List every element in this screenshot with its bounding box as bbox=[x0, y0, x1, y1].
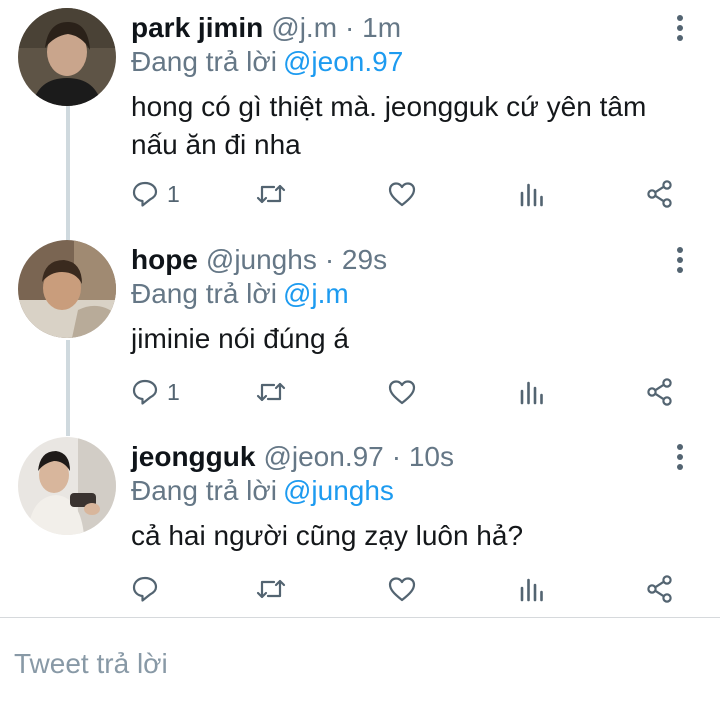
more-vertical-icon[interactable] bbox=[668, 10, 692, 46]
replying-to: Đang trả lời @junghs bbox=[131, 475, 394, 507]
avatar[interactable] bbox=[18, 437, 116, 535]
heart-icon bbox=[388, 577, 416, 602]
tweet-header: jeongguk @jeon.97 · 10s bbox=[131, 437, 454, 477]
share-icon bbox=[647, 180, 672, 208]
retweet-icon bbox=[256, 184, 286, 204]
replying-mention[interactable]: @junghs bbox=[283, 475, 394, 506]
share-icon bbox=[647, 378, 672, 406]
replying-to: Đang trả lời @j.m bbox=[131, 278, 349, 310]
replying-to: Đang trả lời @jeon.97 bbox=[131, 46, 403, 78]
reply-input[interactable] bbox=[14, 642, 704, 686]
more-vertical-icon[interactable] bbox=[668, 439, 692, 475]
replying-mention[interactable]: @j.m bbox=[283, 278, 349, 309]
author-handle[interactable]: @jeon.97 bbox=[263, 441, 383, 473]
reply-count: 1 bbox=[167, 378, 180, 405]
tweet[interactable]: jeongguk @jeon.97 · 10s Đang trả lời @jun… bbox=[0, 437, 720, 615]
share-button[interactable] bbox=[645, 372, 675, 412]
like-button[interactable] bbox=[387, 372, 417, 412]
reply-icon bbox=[132, 379, 158, 405]
tweet[interactable]: park jimin @j.m · 1m Đang trả lời @jeon.9… bbox=[0, 8, 720, 228]
share-icon bbox=[647, 575, 672, 603]
tweet[interactable]: hope @junghs · 29s Đang trả lời @j.m jimi… bbox=[0, 240, 720, 420]
tweet-header: park jimin @j.m · 1m bbox=[131, 8, 401, 48]
retweet-icon bbox=[256, 382, 286, 402]
retweet-button[interactable] bbox=[255, 174, 287, 214]
replying-label: Đang trả lời bbox=[131, 475, 277, 506]
reply-composer bbox=[0, 618, 720, 711]
reply-button[interactable]: 1 bbox=[131, 174, 180, 214]
retweet-button[interactable] bbox=[255, 569, 287, 609]
avatar-image bbox=[18, 240, 116, 338]
retweet-button[interactable] bbox=[255, 372, 287, 412]
analytics-icon bbox=[520, 381, 543, 405]
like-button[interactable] bbox=[387, 569, 417, 609]
retweet-icon bbox=[256, 579, 286, 599]
author-handle[interactable]: @junghs bbox=[206, 244, 317, 276]
analytics-button[interactable] bbox=[519, 569, 545, 609]
tweet-time: · 10s bbox=[391, 441, 454, 472]
analytics-button[interactable] bbox=[519, 372, 545, 412]
analytics-button[interactable] bbox=[519, 174, 545, 214]
author-handle[interactable]: @j.m bbox=[271, 12, 337, 44]
avatar-image bbox=[18, 8, 116, 106]
avatar[interactable] bbox=[18, 8, 116, 106]
heart-icon bbox=[388, 182, 416, 207]
more-vertical-icon[interactable] bbox=[668, 242, 692, 278]
avatar-image bbox=[18, 437, 116, 535]
like-button[interactable] bbox=[387, 174, 417, 214]
tweet-actions bbox=[131, 569, 691, 609]
analytics-icon bbox=[520, 183, 543, 207]
reply-button[interactable]: 1 bbox=[131, 372, 180, 412]
tweet-text: hong có gì thiệt mà. jeongguk cứ yên tâm… bbox=[131, 91, 647, 160]
author-name[interactable]: hope bbox=[131, 244, 198, 276]
replying-label: Đang trả lời bbox=[131, 278, 277, 309]
analytics-icon bbox=[520, 578, 543, 602]
tweet-text: cả hai người cũng zạy luôn hả? bbox=[131, 520, 524, 551]
reply-icon bbox=[132, 576, 158, 602]
avatar[interactable] bbox=[18, 240, 116, 338]
tweet-actions: 1 bbox=[131, 174, 691, 214]
author-name[interactable]: park jimin bbox=[131, 12, 263, 44]
replying-label: Đang trả lời bbox=[131, 46, 277, 77]
tweet-actions: 1 bbox=[131, 372, 691, 412]
reply-button[interactable] bbox=[131, 569, 167, 609]
reply-count: 1 bbox=[167, 180, 180, 207]
share-button[interactable] bbox=[645, 174, 675, 214]
reply-icon bbox=[132, 181, 158, 207]
tweet-header: hope @junghs · 29s bbox=[131, 240, 387, 280]
replying-mention[interactable]: @jeon.97 bbox=[283, 46, 403, 77]
tweet-text: jiminie nói đúng á bbox=[131, 323, 349, 354]
heart-icon bbox=[388, 380, 416, 405]
share-button[interactable] bbox=[645, 569, 675, 609]
author-name[interactable]: jeongguk bbox=[131, 441, 255, 473]
tweet-time: · 1m bbox=[345, 12, 402, 43]
tweet-time: · 29s bbox=[324, 244, 388, 275]
